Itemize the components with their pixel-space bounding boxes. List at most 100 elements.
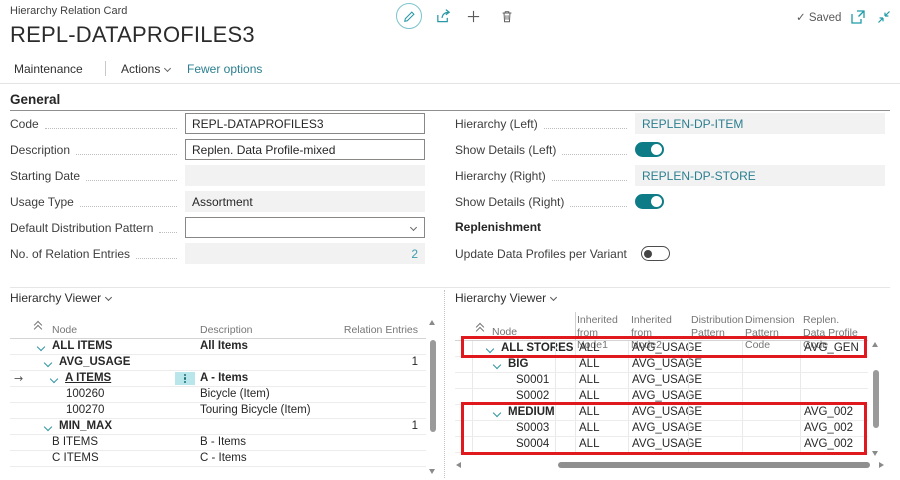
inherited-node1-value: ALL: [579, 373, 599, 388]
chevron-down-icon: [44, 423, 52, 431]
col-node[interactable]: Node: [52, 324, 77, 337]
col-relation-entries[interactable]: Relation Entries: [344, 324, 418, 337]
node-label: S0001: [516, 373, 549, 388]
description-input[interactable]: Replen. Data Profile-mixed: [185, 139, 425, 160]
scroll-right-arrow[interactable]: [879, 462, 884, 468]
desc-label: All Items: [200, 339, 248, 354]
chevron-down-icon: [493, 361, 501, 369]
dotted-leader: [45, 119, 177, 129]
code-input[interactable]: REPL-DATAPROFILES3: [185, 113, 425, 134]
menu-maintenance[interactable]: Maintenance: [14, 62, 83, 76]
field-relation-entries-label: No. of Relation Entries: [10, 247, 130, 261]
tree-row-big[interactable]: BIG ALL AVG_USAGE: [455, 357, 868, 373]
scroll-up-arrow[interactable]: [429, 320, 435, 325]
right-table-vscrollbar[interactable]: [872, 340, 880, 458]
annotation-box-all-stores: [461, 336, 867, 358]
hierarchy-right-link[interactable]: REPLEN-DP-STORE: [635, 165, 885, 186]
delete-button[interactable]: [499, 8, 515, 24]
show-details-right-toggle[interactable]: [635, 194, 664, 209]
tree-row-a-items-selected[interactable]: → A ITEMS A - Items: [10, 371, 426, 387]
field-show-details-left: Show Details (Left): [455, 139, 885, 160]
field-description-label: Description: [10, 143, 70, 157]
tree-row-100260[interactable]: 100260 Bicycle (Item): [10, 387, 426, 403]
inherited-node2-value: AVG_USAGE: [632, 357, 702, 372]
dotted-leader: [76, 145, 177, 155]
field-ddp-label: Default Distribution Pattern: [10, 221, 153, 235]
chevron-down-icon: [550, 294, 557, 301]
hierarchy-left-link[interactable]: REPLEN-DP-ITEM: [635, 113, 885, 134]
collapse-all-icon[interactable]: [34, 321, 44, 331]
right-table-hscrollbar[interactable]: [455, 461, 885, 470]
update-profiles-toggle[interactable]: [641, 246, 670, 261]
node-label: BIG: [508, 357, 528, 372]
tree-row-b-items[interactable]: B ITEMS B - Items: [10, 435, 426, 451]
tree-row-min-max[interactable]: MIN_MAX 1: [10, 419, 426, 435]
section-divider: [10, 110, 890, 111]
page-title: REPL-DATAPROFILES3: [10, 22, 255, 48]
field-hierarchy-left: Hierarchy (Left) REPLEN-DP-ITEM: [455, 113, 885, 134]
tree-row-s0001[interactable]: S0001 ALL AVG_USAGE: [455, 373, 868, 389]
col-description[interactable]: Description: [200, 324, 253, 337]
field-hierarchy-right-label: Hierarchy (Right): [455, 169, 546, 183]
tree-row-c-items[interactable]: C ITEMS C - Items: [10, 451, 426, 467]
scroll-down-arrow[interactable]: [429, 469, 435, 474]
share-button[interactable]: [434, 7, 452, 25]
row-context-menu-button[interactable]: [175, 372, 195, 385]
open-in-window-button[interactable]: [850, 9, 865, 24]
left-hierarchy-table: Node Description Relation Entries ALL IT…: [10, 308, 426, 467]
subsection-replenishment: Replenishment: [455, 220, 541, 234]
right-viewer-title[interactable]: Hierarchy Viewer: [455, 291, 556, 305]
menu-actions[interactable]: Actions: [121, 62, 170, 76]
scrollbar-thumb[interactable]: [430, 340, 436, 432]
desc-label: Touring Bicycle (Item): [200, 403, 311, 418]
breadcrumb[interactable]: Hierarchy Relation Card: [10, 5, 127, 17]
tree-row-all-items[interactable]: ALL ITEMS All Items: [10, 339, 426, 355]
menu-fewer-options[interactable]: Fewer options: [187, 62, 262, 76]
tree-row-avg-usage[interactable]: AVG_USAGE 1: [10, 355, 426, 371]
field-code-label: Code: [10, 117, 39, 131]
share-icon: [435, 8, 452, 24]
scroll-down-arrow[interactable]: [872, 451, 878, 456]
field-description: Description Replen. Data Profile-mixed: [10, 139, 425, 160]
desc-label: Bicycle (Item): [200, 387, 270, 402]
inherited-node2-value: AVG_USAGE: [632, 373, 702, 388]
usage-type-field: Assortment: [185, 191, 425, 212]
section-title-general[interactable]: General: [10, 92, 60, 107]
field-show-details-right: Show Details (Right): [455, 191, 885, 212]
node-label: B ITEMS: [52, 435, 98, 450]
dotted-leader: [552, 171, 627, 181]
entries-value: 1: [412, 355, 418, 370]
new-button[interactable]: [465, 8, 481, 24]
left-viewer-title[interactable]: Hierarchy Viewer: [10, 291, 111, 305]
trash-icon: [500, 9, 514, 24]
node-label: 100270: [66, 403, 104, 418]
chevron-down-icon: [410, 224, 417, 231]
node-label: C ITEMS: [52, 451, 99, 466]
node-label: ALL ITEMS: [52, 339, 112, 354]
default-distribution-pattern-select[interactable]: [185, 217, 425, 238]
tree-row-100270[interactable]: 100270 Touring Bicycle (Item): [10, 403, 426, 419]
scroll-left-arrow[interactable]: [456, 462, 461, 468]
dotted-leader: [159, 223, 177, 233]
scroll-up-arrow[interactable]: [872, 342, 878, 347]
scrollbar-thumb[interactable]: [558, 462, 870, 468]
field-show-details-left-label: Show Details (Left): [455, 143, 556, 157]
save-status: ✓ Saved: [796, 10, 841, 24]
menu-divider: [105, 61, 106, 76]
pane-splitter[interactable]: [444, 290, 445, 478]
collapse-page-button[interactable]: [876, 9, 891, 24]
check-icon: ✓: [796, 10, 806, 24]
collapse-all-icon[interactable]: [476, 323, 486, 333]
field-show-details-right-label: Show Details (Right): [455, 195, 564, 209]
scrollbar-thumb[interactable]: [873, 370, 879, 428]
field-update-profiles: Update Data Profiles per Variant: [455, 243, 885, 264]
field-hierarchy-right: Hierarchy (Right) REPLEN-DP-STORE: [455, 165, 885, 186]
show-details-left-toggle[interactable]: [635, 142, 664, 157]
field-usage-type-label: Usage Type: [10, 195, 74, 209]
pencil-icon: [403, 10, 416, 23]
dotted-leader: [570, 197, 627, 207]
relation-entries-value[interactable]: 2: [185, 243, 425, 264]
edit-button[interactable]: [396, 3, 422, 29]
chevron-down-icon: [105, 294, 112, 301]
left-table-vscrollbar[interactable]: [429, 318, 437, 476]
